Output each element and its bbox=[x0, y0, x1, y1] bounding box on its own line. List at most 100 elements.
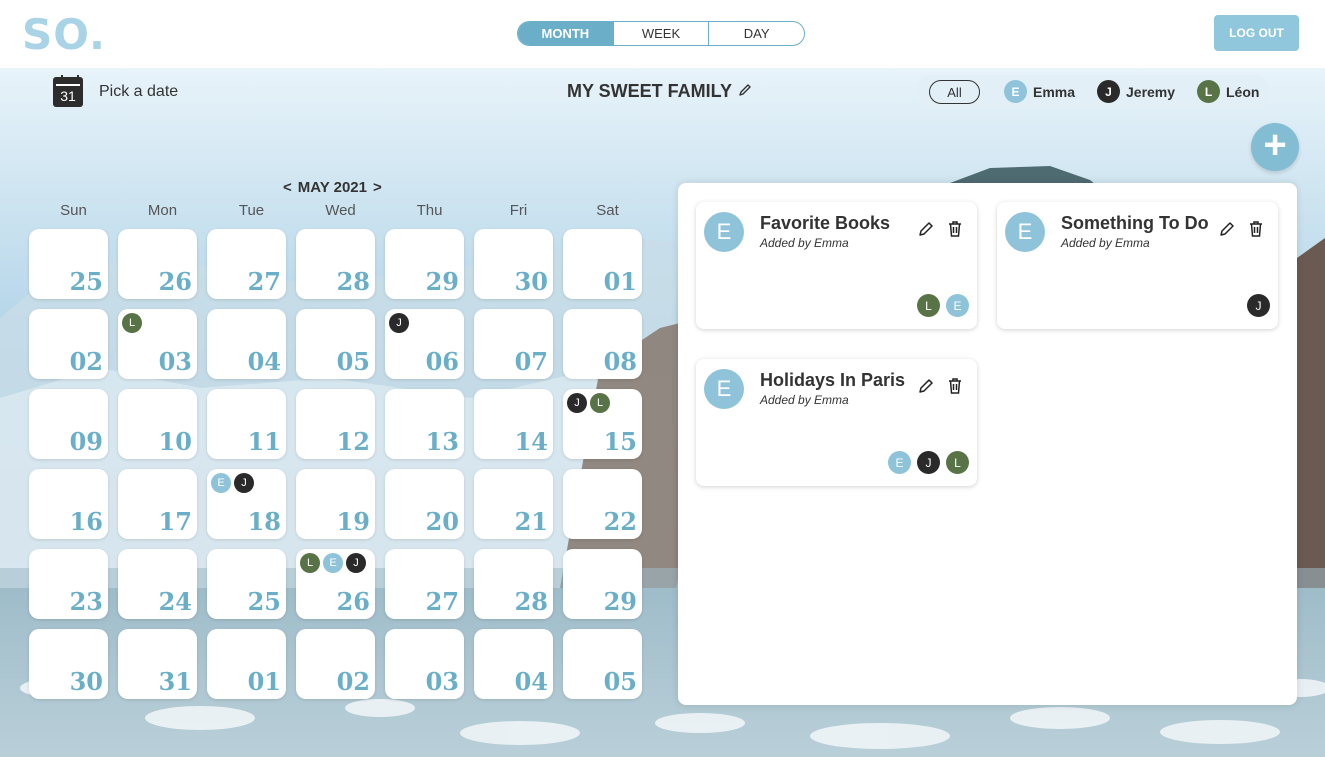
calendar-day-cell[interactable]: 28 bbox=[474, 549, 553, 619]
trash-icon[interactable] bbox=[947, 377, 963, 400]
day-number: 24 bbox=[158, 587, 192, 616]
calendar-day-cell[interactable]: 25 bbox=[207, 549, 286, 619]
calendar-day-cell[interactable]: 20 bbox=[385, 469, 464, 539]
calendar-day-cell[interactable]: 11 bbox=[207, 389, 286, 459]
day-number: 31 bbox=[158, 667, 192, 696]
edit-icon[interactable] bbox=[1218, 220, 1236, 243]
calendar-day-cell[interactable]: L E J 26 bbox=[296, 549, 375, 619]
calendar-day-cell[interactable]: 05 bbox=[563, 629, 642, 699]
pick-date-control[interactable]: 31 Pick a date bbox=[53, 75, 178, 107]
calendar-day-cell[interactable]: 04 bbox=[207, 309, 286, 379]
calendar-day-cell[interactable]: 25 bbox=[29, 229, 108, 299]
day-number: 20 bbox=[425, 507, 459, 536]
day-number: 17 bbox=[158, 507, 192, 536]
calendar-day-cell[interactable]: 23 bbox=[29, 549, 108, 619]
calendar-day-cell[interactable]: 10 bbox=[118, 389, 197, 459]
event-author: Added by Emma bbox=[760, 236, 849, 250]
calendar-day-cell[interactable]: L 03 bbox=[118, 309, 197, 379]
calendar-day-cell[interactable]: 02 bbox=[296, 629, 375, 699]
leon-avatar: L bbox=[1197, 80, 1220, 103]
day-number: 23 bbox=[69, 587, 103, 616]
day-number: 19 bbox=[336, 507, 370, 536]
calendar-day-cell[interactable]: 30 bbox=[29, 629, 108, 699]
event-title: Holidays In Paris bbox=[760, 370, 906, 390]
weekday-label: Thu bbox=[416, 202, 443, 219]
event-card[interactable]: E Holidays In Paris Added by Emma E J L bbox=[696, 359, 977, 486]
calendar-day-cell[interactable]: 12 bbox=[296, 389, 375, 459]
calendar-day-cell[interactable]: 30 bbox=[474, 229, 553, 299]
weekday-label: Fri bbox=[509, 202, 528, 219]
calendar-day-cell[interactable]: 16 bbox=[29, 469, 108, 539]
calendar-day-cell[interactable]: 01 bbox=[207, 629, 286, 699]
calendar-day-cell[interactable]: 08 bbox=[563, 309, 642, 379]
view-month-tab[interactable]: MONTH bbox=[518, 22, 614, 45]
calendar-day-cell[interactable]: 09 bbox=[29, 389, 108, 459]
calendar-day-cell[interactable]: 28 bbox=[296, 229, 375, 299]
family-name: MY SWEET FAMILY bbox=[567, 81, 733, 101]
calendar-day-cell[interactable]: 29 bbox=[563, 549, 642, 619]
calendar-icon[interactable]: 31 bbox=[53, 75, 83, 107]
view-day-tab[interactable]: DAY bbox=[709, 22, 804, 45]
day-number: 09 bbox=[69, 427, 103, 456]
calendar-day-cell[interactable]: 02 bbox=[29, 309, 108, 379]
trash-icon[interactable] bbox=[947, 220, 963, 243]
app-logo[interactable]: SO. bbox=[22, 10, 106, 59]
add-event-button[interactable]: + bbox=[1251, 123, 1299, 171]
calendar-day-cell[interactable]: J 06 bbox=[385, 309, 464, 379]
calendar-day-cell[interactable]: J L 15 bbox=[563, 389, 642, 459]
member-avatar: L bbox=[122, 313, 142, 333]
calendar-day-cell[interactable]: 27 bbox=[385, 549, 464, 619]
filter-all-button[interactable]: All bbox=[929, 80, 980, 104]
calendar-day-cell[interactable]: 21 bbox=[474, 469, 553, 539]
view-switch: MONTH WEEK DAY bbox=[517, 21, 805, 46]
calendar-day-cell[interactable]: 01 bbox=[563, 229, 642, 299]
calendar-day-cell[interactable]: 24 bbox=[118, 549, 197, 619]
member-avatar: L bbox=[300, 553, 320, 573]
day-number: 26 bbox=[158, 267, 192, 296]
filter-leon[interactable]: L Léon bbox=[1197, 80, 1259, 103]
next-month-button[interactable]: > bbox=[373, 179, 382, 196]
author-avatar: E bbox=[704, 369, 744, 409]
family-title: MY SWEET FAMILY bbox=[567, 81, 752, 102]
edit-icon[interactable] bbox=[917, 220, 935, 243]
calendar-day-cell[interactable]: 22 bbox=[563, 469, 642, 539]
day-number: 02 bbox=[336, 667, 370, 696]
weekday-label: Mon bbox=[147, 202, 178, 219]
calendar-day-cell[interactable]: 07 bbox=[474, 309, 553, 379]
calendar-day-cell[interactable]: E J 18 bbox=[207, 469, 286, 539]
calendar-day-cell[interactable]: 17 bbox=[118, 469, 197, 539]
month-label: MAY 2021 bbox=[297, 179, 367, 196]
calendar-day-cell[interactable]: 31 bbox=[118, 629, 197, 699]
prev-month-button[interactable]: < bbox=[283, 179, 292, 196]
filter-emma[interactable]: E Emma bbox=[1004, 80, 1075, 103]
day-number: 15 bbox=[603, 427, 637, 456]
day-number: 27 bbox=[425, 587, 459, 616]
day-number: 03 bbox=[158, 347, 192, 376]
calendar-day-cell[interactable]: 29 bbox=[385, 229, 464, 299]
day-number: 02 bbox=[69, 347, 103, 376]
event-card[interactable]: E Favorite Books Added by Emma L E bbox=[696, 202, 977, 329]
calendar-day-cell[interactable]: 19 bbox=[296, 469, 375, 539]
view-week-tab[interactable]: WEEK bbox=[614, 22, 710, 45]
filter-jeremy[interactable]: J Jeremy bbox=[1097, 80, 1175, 103]
member-avatar: E bbox=[946, 294, 969, 317]
calendar-day-cell[interactable]: 13 bbox=[385, 389, 464, 459]
event-title: Favorite Books bbox=[760, 213, 891, 233]
trash-icon[interactable] bbox=[1248, 220, 1264, 243]
calendar-day-cell[interactable]: 04 bbox=[474, 629, 553, 699]
calendar-day-cell[interactable]: 05 bbox=[296, 309, 375, 379]
edit-family-icon[interactable] bbox=[738, 81, 752, 102]
day-number: 25 bbox=[69, 267, 103, 296]
logout-button[interactable]: LOG OUT bbox=[1214, 15, 1299, 51]
weekday-label: Sun bbox=[60, 202, 87, 219]
day-number: 28 bbox=[336, 267, 370, 296]
calendar-day-cell[interactable]: 03 bbox=[385, 629, 464, 699]
calendar-day-cell[interactable]: 27 bbox=[207, 229, 286, 299]
edit-icon[interactable] bbox=[917, 377, 935, 400]
event-card[interactable]: E Something To Do Added by Emma J bbox=[997, 202, 1278, 329]
day-number: 06 bbox=[425, 347, 459, 376]
pick-date-label[interactable]: Pick a date bbox=[99, 83, 178, 101]
calendar-day-cell[interactable]: 14 bbox=[474, 389, 553, 459]
calendar-day-cell[interactable]: 26 bbox=[118, 229, 197, 299]
event-author: Added by Emma bbox=[760, 393, 849, 407]
